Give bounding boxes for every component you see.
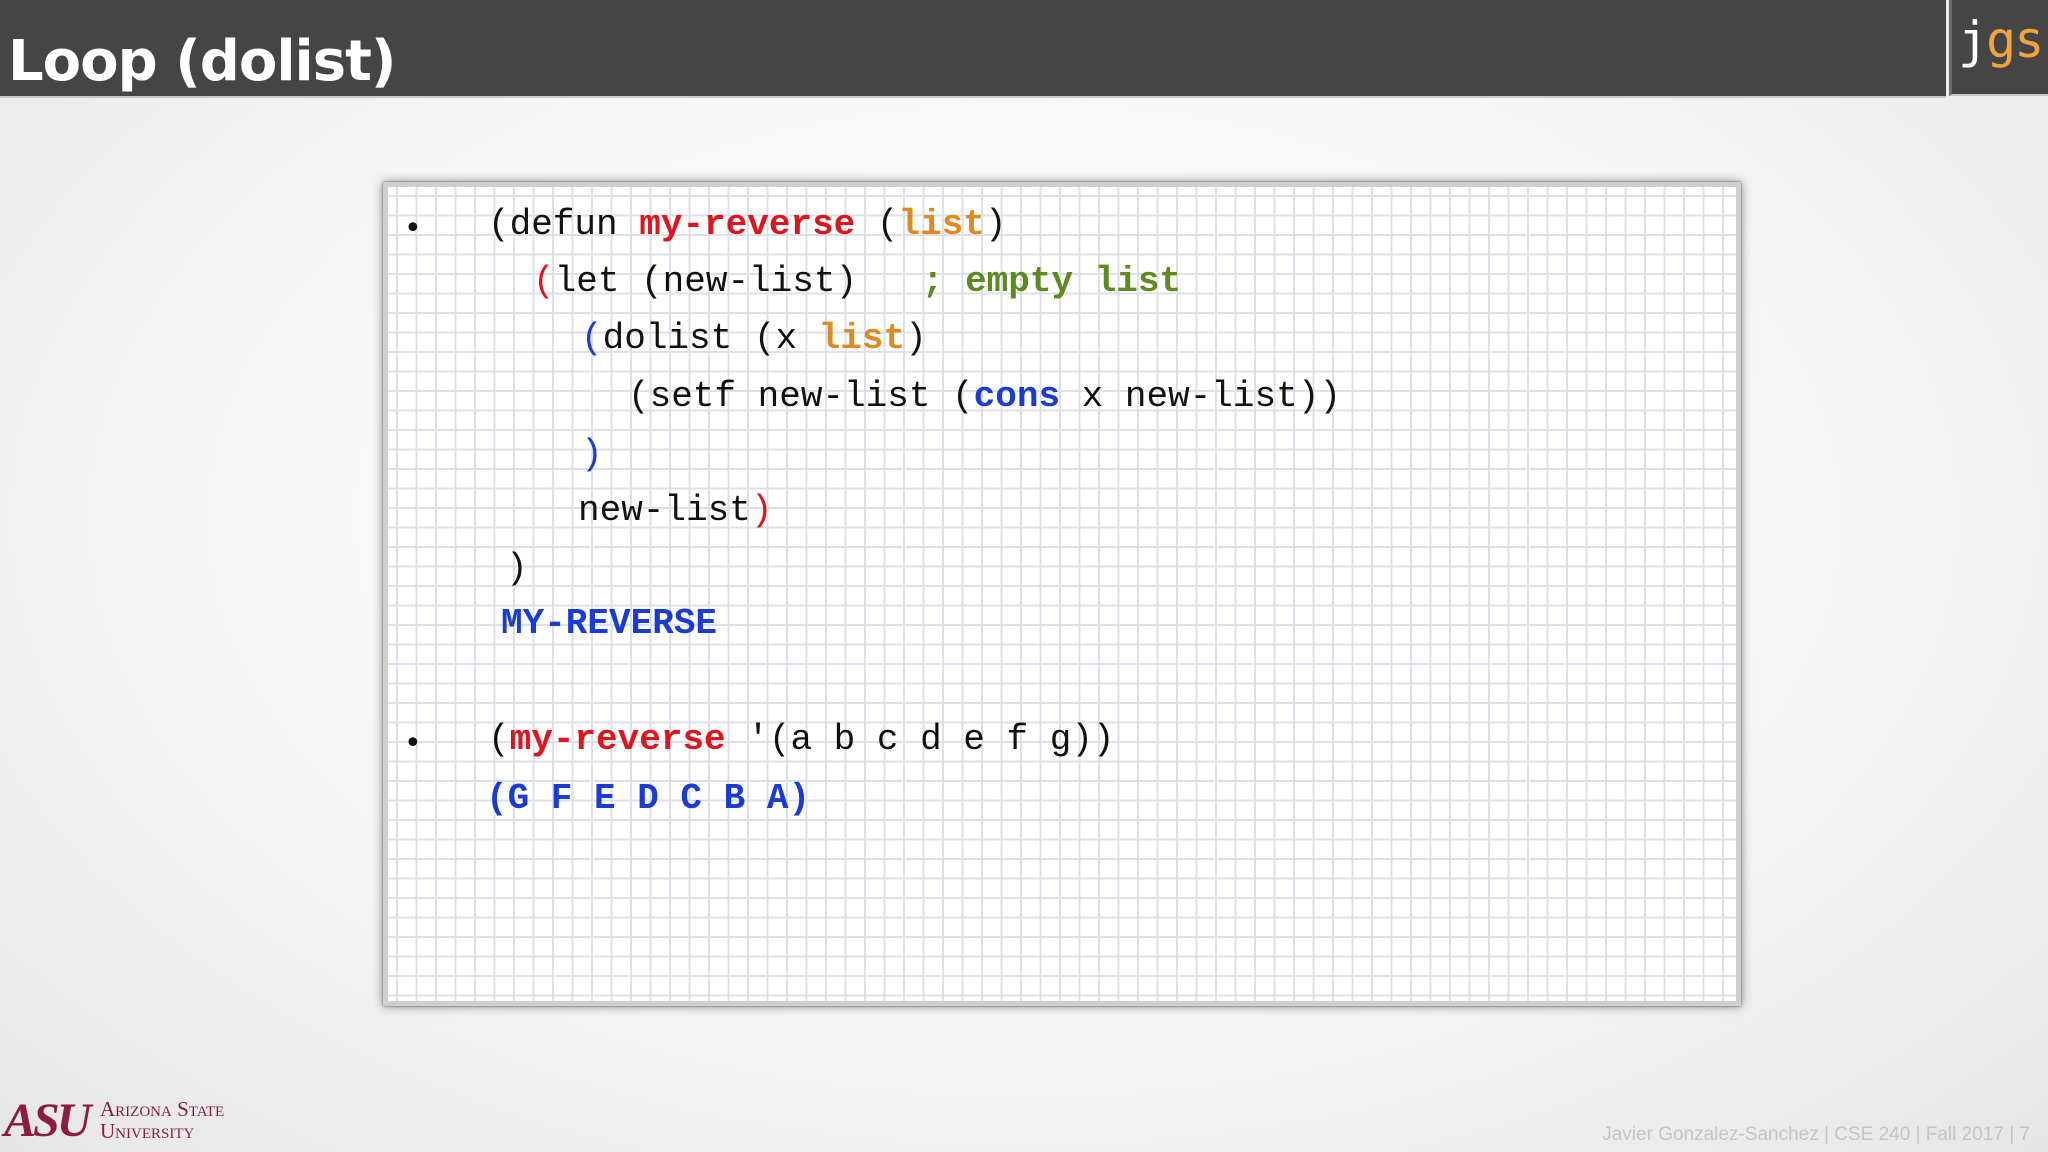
title-bar: Loop (dolist) [0, 0, 1946, 98]
bullet-1: • [404, 211, 422, 246]
let-open-paren: ( [533, 261, 555, 302]
code-line-dolist: (dolist (x list) [581, 317, 927, 361]
jgs-logo: jgs [1949, 0, 2048, 96]
code-line-setf: (setf new-list (cons x new-list)) [628, 375, 1341, 419]
asu-logo: ASU Arizona State University [4, 1094, 254, 1147]
dolist-body: dolist (x [602, 318, 819, 359]
slide-title: Loop (dolist) [8, 29, 396, 94]
code-line-return: new-list) [578, 489, 772, 533]
code-line-call: (my-reverse '(a b c d e f g)) [488, 718, 1115, 762]
setf-prefix: (setf new-list ( [628, 376, 974, 417]
param-list: list [898, 204, 985, 245]
let-close-paren: ) [750, 490, 773, 531]
call-function-name: my-reverse [509, 719, 726, 760]
dolist-open-paren: ( [581, 318, 603, 359]
return-value: new-list [578, 490, 751, 531]
asu-name-line2: University [100, 1119, 195, 1143]
cons-keyword: cons [973, 376, 1061, 417]
dolist-post: ) [905, 318, 927, 359]
code-line-defun: (defun my-reverse (list) [488, 203, 1007, 247]
function-name: my-reverse [639, 204, 856, 245]
code-comment: ; empty list [921, 261, 1182, 302]
code-panel: • (defun my-reverse (list) (let (new-lis… [383, 182, 1741, 1006]
bullet-2: • [404, 726, 422, 761]
code-line-let: (let (new-list) ; empty list [533, 260, 1181, 304]
logo-gs: gs [1986, 11, 2044, 69]
defun-result: MY-REVERSE [501, 603, 718, 644]
asu-mark: ASU [4, 1094, 91, 1147]
asu-name-line1: Arizona State [100, 1097, 225, 1121]
setf-post: x new-list)) [1060, 376, 1341, 417]
logo-j: j [1958, 11, 1988, 69]
defun-prefix: (defun [488, 204, 640, 245]
dolist-close-paren: ) [581, 434, 603, 475]
call-result: (G F E D C B A) [486, 778, 811, 819]
slide-footer: Javier Gonzalez-Sanchez | CSE 240 | Fall… [1602, 1124, 2030, 1145]
call-prefix: ( [488, 719, 510, 760]
defun-mid: ( [855, 204, 899, 245]
defun-close-paren: ) [506, 548, 528, 589]
defun-post: ) [984, 204, 1007, 245]
let-body: let (new-list) [554, 261, 922, 302]
call-args: '(a b c d e f g)) [725, 719, 1115, 760]
jgs-logo-text: jgs [1958, 11, 2044, 69]
dolist-param-list: list [818, 318, 906, 359]
